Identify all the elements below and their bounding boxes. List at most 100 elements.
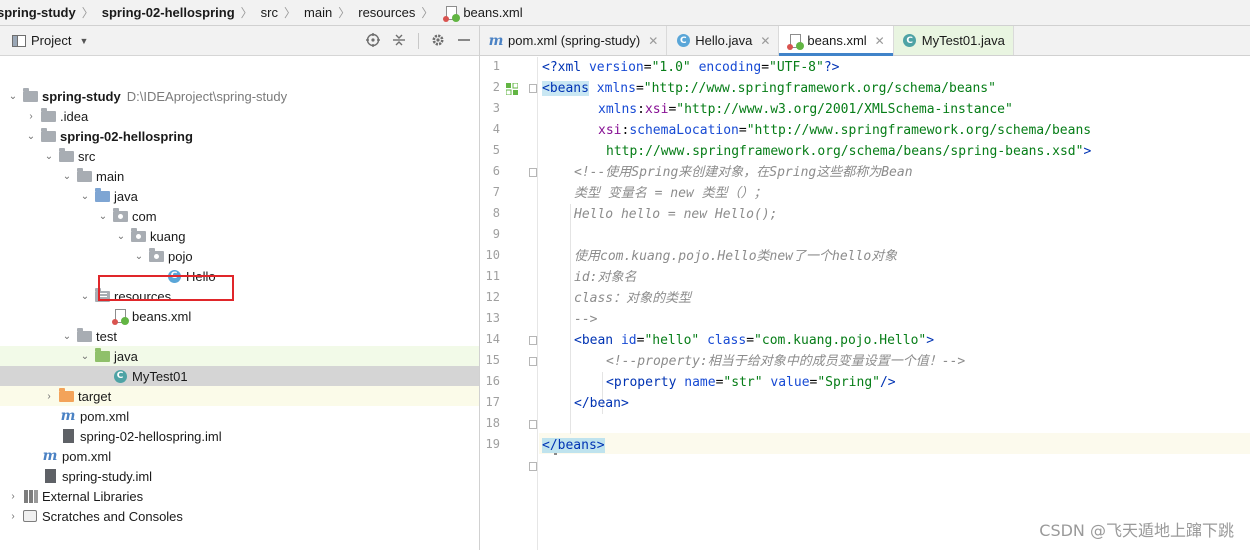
close-icon[interactable]: ✕	[875, 34, 885, 48]
tree-item-label: pom.xml	[80, 408, 130, 424]
close-icon[interactable]: ✕	[648, 34, 658, 48]
breadcrumb-item-module[interactable]: spring-02-hellospring	[100, 5, 237, 20]
chevron-down-icon[interactable]: ⌄	[6, 91, 20, 102]
tree-item-label: spring-02-hellospring	[60, 128, 193, 144]
tree-item-external-libraries[interactable]: › External Libraries	[0, 486, 479, 506]
tree-item-label: External Libraries	[42, 488, 144, 504]
chevron-down-icon[interactable]: ⌄	[42, 151, 56, 162]
tree-item-src[interactable]: ⌄ src	[0, 146, 479, 166]
tab-pom-xml[interactable]: m pom.xml (spring-study) ✕	[480, 26, 668, 55]
chevron-down-icon[interactable]: ⌄	[78, 191, 92, 202]
breadcrumb-item-src[interactable]: src	[259, 5, 280, 20]
tree-item-label: target	[78, 388, 112, 404]
tab-label: beans.xml	[807, 33, 867, 48]
line-number: 4	[492, 122, 500, 136]
chevron-down-icon[interactable]: ⌄	[114, 231, 128, 242]
line-number: 8	[492, 206, 500, 220]
chevron-right-icon[interactable]: ›	[6, 511, 20, 522]
breadcrumb: spring-study 〉 spring-02-hellospring 〉 src…	[0, 0, 1250, 26]
gear-icon[interactable]	[431, 33, 445, 50]
project-panel-actions	[366, 26, 471, 56]
code-area[interactable]: <?xml version="1.0" encoding="UTF-8"?> <…	[539, 57, 1250, 550]
fold-marker-icon[interactable]	[529, 357, 537, 366]
chevron-down-icon[interactable]: ⌄	[96, 211, 110, 222]
maven-icon: m	[60, 408, 76, 424]
tree-item-com[interactable]: ⌄ com	[0, 206, 479, 226]
code-line: <bean id="hello" class="com.kuang.pojo.H…	[574, 333, 935, 348]
target-icon[interactable]	[366, 32, 380, 50]
code-comment-line: <!--使用Spring来创建对象，在Spring这些都称为Bean	[574, 165, 913, 180]
tab-hello-java[interactable]: C Hello.java ✕	[667, 26, 780, 55]
tree-item-label: pom.xml	[62, 448, 112, 464]
breadcrumb-item-resources[interactable]: resources	[356, 5, 417, 20]
chevron-down-icon[interactable]: ⌄	[78, 291, 92, 302]
chevron-down-icon[interactable]: ⌄	[132, 251, 146, 262]
tree-item-target[interactable]: › target	[0, 386, 479, 406]
tree-item-mytest01[interactable]: C MyTest01	[0, 366, 479, 386]
tree-item-beans-xml[interactable]: beans.xml	[0, 306, 479, 326]
tree-item-main[interactable]: ⌄ main	[0, 166, 479, 186]
minimize-icon[interactable]	[457, 33, 471, 50]
tree-item-label: java	[114, 348, 138, 364]
code-line: </beans>	[542, 438, 605, 453]
line-number: 17	[485, 395, 500, 409]
breadcrumb-file-label: beans.xml	[463, 5, 523, 20]
fold-marker-icon[interactable]	[529, 462, 537, 471]
chevron-down-icon[interactable]: ⌄	[24, 131, 38, 142]
tree-item-label: src	[78, 148, 96, 164]
chevron-down-icon[interactable]: ⌄	[60, 171, 74, 182]
tree-item-label: spring-02-hellospring.iml	[80, 428, 222, 444]
close-icon[interactable]: ✕	[760, 34, 770, 48]
tree-item-kuang[interactable]: ⌄ kuang	[0, 226, 479, 246]
tree-item-java-main[interactable]: ⌄ java	[0, 186, 479, 206]
tree-item-resources[interactable]: ⌄ resources	[0, 286, 479, 306]
tree-item-scratches[interactable]: › Scratches and Consoles	[0, 506, 479, 526]
chevron-right-icon[interactable]: ›	[24, 111, 38, 122]
tree-item-java-test[interactable]: ⌄ java	[0, 346, 479, 366]
tab-mytest01-java[interactable]: C MyTest01.java	[893, 26, 1014, 55]
tree-item-spring-02-hellospring[interactable]: ⌄ spring-02-hellospring	[0, 126, 479, 146]
tree-item-hello[interactable]: C Hello	[0, 266, 479, 286]
tree-item-pom-root[interactable]: m pom.xml	[0, 446, 479, 466]
fold-marker-icon[interactable]	[529, 336, 537, 345]
tree-item-label: .idea	[60, 108, 89, 124]
fold-marker-icon[interactable]	[529, 168, 537, 177]
tree-item-label: spring-study.iml	[62, 468, 153, 484]
spring-bean-gutter-icon[interactable]	[505, 82, 519, 96]
tree-item-test[interactable]: ⌄ test	[0, 326, 479, 346]
collapse-icon[interactable]	[392, 33, 406, 50]
chevron-down-icon[interactable]: ⌄	[78, 351, 92, 362]
breadcrumb-item-main[interactable]: main	[302, 5, 334, 20]
tab-beans-xml[interactable]: beans.xml ✕	[779, 26, 894, 56]
folder-icon	[40, 107, 56, 124]
tree-item-spring-study[interactable]: ⌄ spring-study D:\IDEAproject\spring-stu…	[0, 86, 479, 106]
chevron-down-icon[interactable]: ⌄	[60, 331, 74, 342]
tree-item-label: MyTest01	[132, 368, 188, 384]
library-icon	[22, 488, 38, 504]
fold-marker-icon[interactable]	[529, 420, 537, 429]
line-number: 11	[485, 269, 500, 283]
tree-item-pojo[interactable]: ⌄ pojo	[0, 246, 479, 266]
test-class-icon: C	[112, 368, 128, 384]
tree-item-idea[interactable]: › .idea	[0, 106, 479, 126]
excluded-folder-icon	[58, 387, 74, 404]
package-icon	[112, 207, 128, 224]
chevron-right-icon[interactable]: ›	[6, 491, 20, 502]
fold-marker-icon[interactable]	[529, 84, 537, 93]
tab-label: MyTest01.java	[921, 33, 1005, 48]
breadcrumb-item-project[interactable]: spring-study	[0, 5, 78, 20]
line-number: 19	[485, 437, 500, 451]
project-view-selector[interactable]: Project ▼	[9, 33, 88, 49]
project-view-icon	[11, 33, 27, 49]
watermark: CSDN @飞天遁地上蹿下跳	[1039, 521, 1234, 540]
tree-item-pom-module[interactable]: m pom.xml	[0, 406, 479, 426]
breadcrumb-item-file[interactable]: beans.xml	[439, 5, 524, 22]
tree-item-root-iml[interactable]: spring-study.iml	[0, 466, 479, 486]
editor-tabs: m pom.xml (spring-study) ✕ C Hello.java …	[480, 26, 1250, 56]
tree-item-module-iml[interactable]: spring-02-hellospring.iml	[0, 426, 479, 446]
class-icon: C	[675, 33, 691, 49]
line-number: 14	[485, 332, 500, 346]
chevron-right-icon[interactable]: ›	[42, 391, 56, 402]
tree-item-label: com	[132, 208, 157, 224]
code-line: <beans xmlns="http://www.springframework…	[542, 81, 996, 96]
